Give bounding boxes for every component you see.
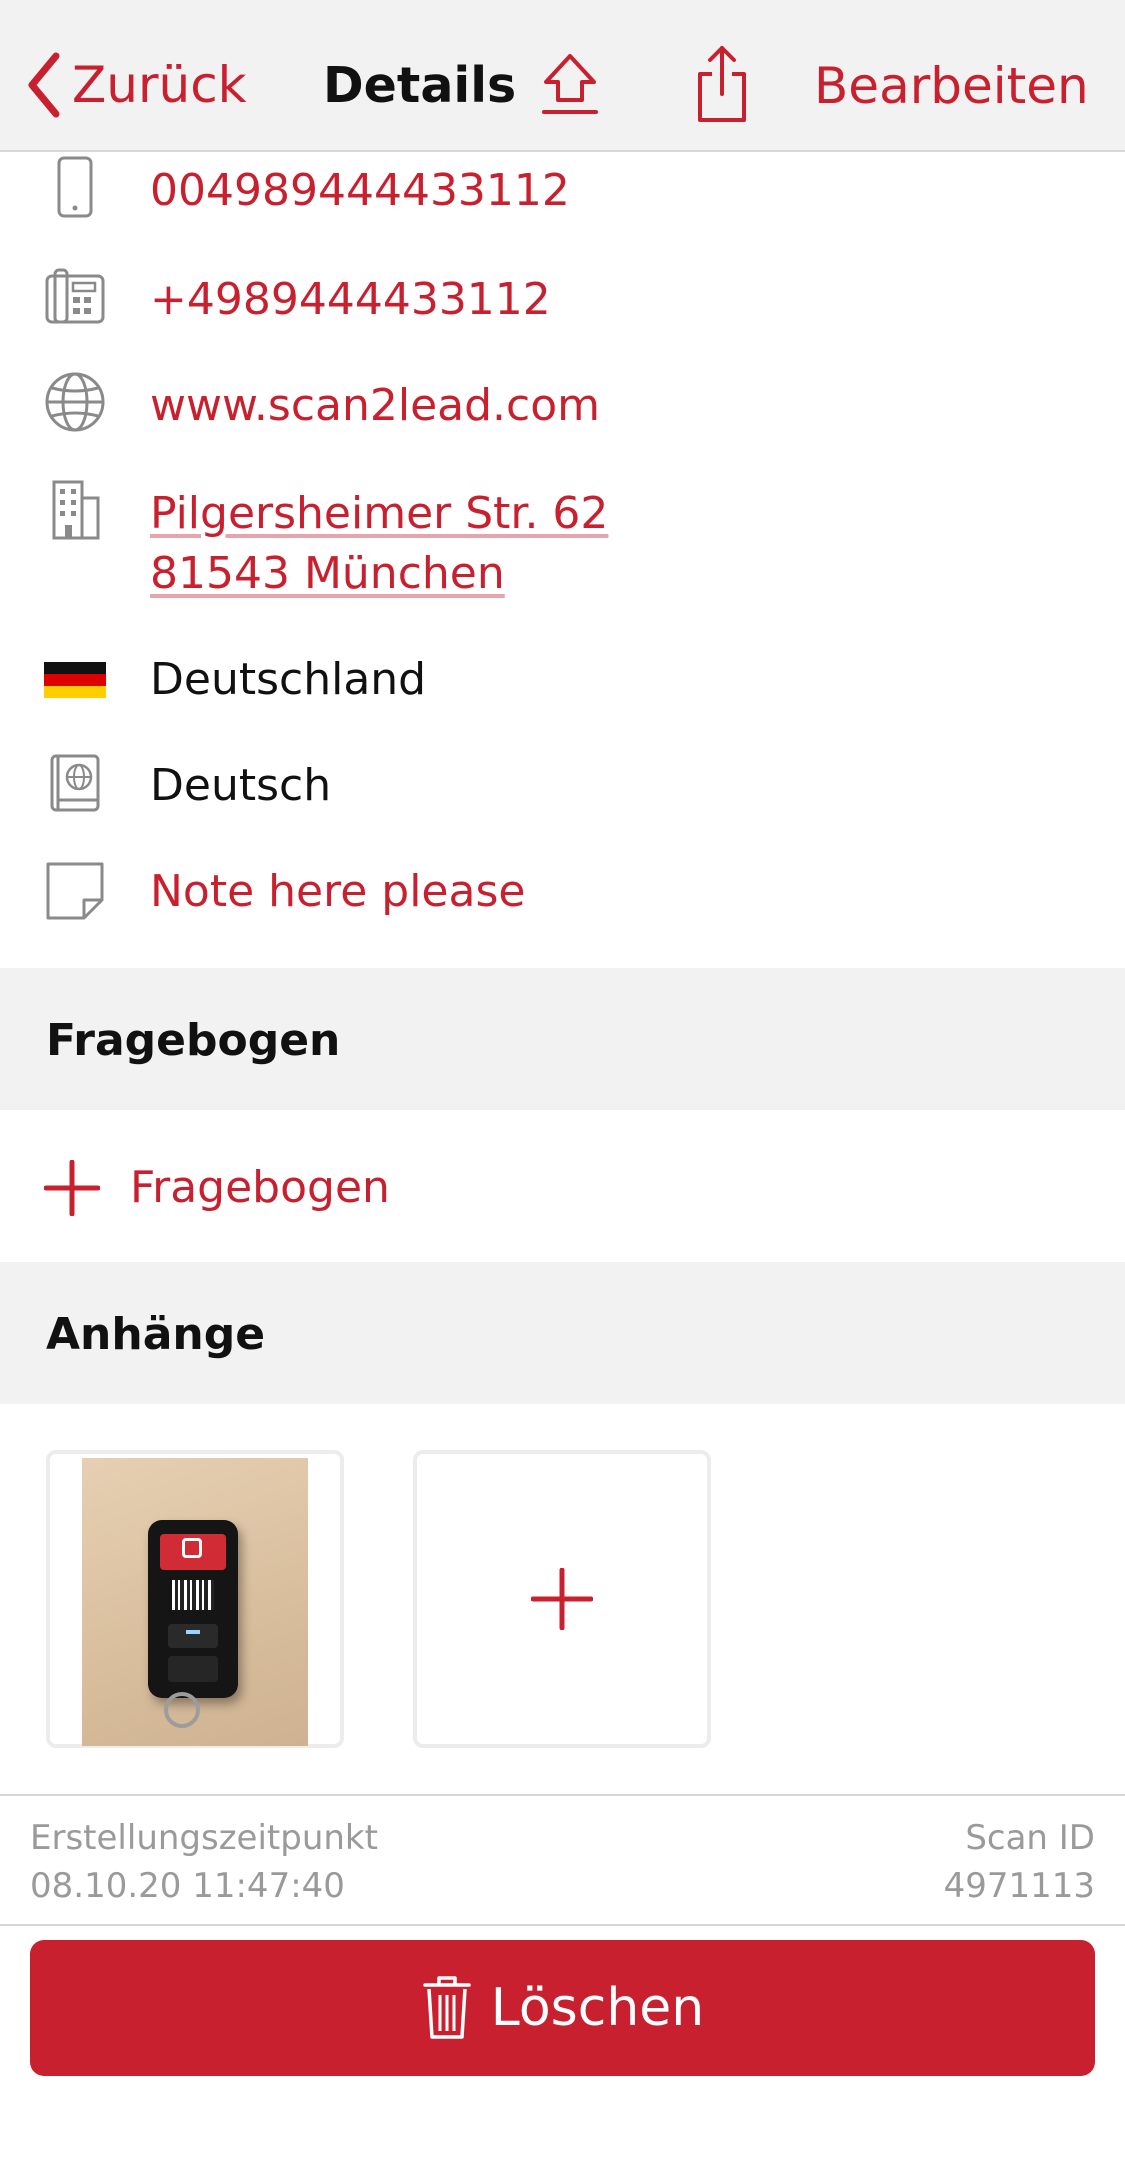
phone-number[interactable]: +4989444433112 (150, 270, 551, 330)
share-icon[interactable] (690, 44, 754, 124)
questionnaire-header: Fragebogen (46, 1015, 341, 1066)
scan-metadata: Erstellungszeitpunkt 08.10.20 11:47:40 S… (0, 1794, 1125, 1926)
address-line-1[interactable]: Pilgersheimer Str. 62 (150, 484, 608, 544)
trash-icon (423, 1976, 471, 2039)
created-value: 08.10.20 11:47:40 (30, 1866, 345, 1906)
website-row[interactable]: www.scan2lead.com (0, 370, 1125, 454)
address-row[interactable]: Pilgersheimer Str. 62 81543 München (0, 478, 1125, 608)
questionnaire-section-header: Fragebogen (0, 968, 1125, 1110)
germany-flag-icon (44, 662, 106, 698)
created-label: Erstellungszeitpunkt (30, 1818, 378, 1858)
delete-button[interactable]: Löschen (30, 1940, 1095, 2076)
delete-button-label: Löschen (490, 1978, 705, 2038)
plus-icon (44, 1160, 100, 1216)
back-button-label: Zurück (72, 56, 247, 114)
mobile-row[interactable]: 004989444433112 (0, 155, 1125, 239)
attachment-thumbnail[interactable] (46, 1450, 344, 1748)
attachments-section-header: Anhänge (0, 1262, 1125, 1404)
add-questionnaire-label: Fragebogen (130, 1162, 390, 1213)
chevron-left-icon (28, 52, 60, 118)
mobile-number[interactable]: 004989444433112 (150, 161, 570, 221)
scan-id-label: Scan ID (965, 1818, 1095, 1858)
country-row: Deutschland (0, 648, 1125, 732)
add-questionnaire-button[interactable]: Fragebogen (0, 1110, 1125, 1262)
plus-icon (531, 1568, 593, 1630)
building-icon (52, 480, 100, 540)
mobile-phone-icon (57, 156, 93, 218)
desk-phone-icon (45, 268, 105, 324)
language-book-icon (50, 754, 100, 812)
language-row: Deutsch (0, 752, 1125, 836)
attachments-header: Anhänge (46, 1309, 266, 1360)
add-attachment-button[interactable] (413, 1450, 711, 1748)
edit-button[interactable]: Bearbeiten (814, 56, 1089, 116)
attachment-photo (82, 1458, 308, 1746)
phone-row[interactable]: +4989444433112 (0, 262, 1125, 346)
globe-icon (45, 372, 105, 432)
scanner-device-image (148, 1520, 238, 1698)
address-line-2[interactable]: 81543 München (150, 544, 505, 604)
language-value: Deutsch (150, 760, 332, 811)
page-title: Details (323, 57, 517, 114)
back-button[interactable]: Zurück (24, 50, 247, 120)
website-link[interactable]: www.scan2lead.com (150, 376, 600, 436)
scan-id-value: 4971113 (943, 1866, 1095, 1906)
note-text[interactable]: Note here please (150, 862, 525, 922)
navigation-bar: Zurück Details Bearbeiten (0, 0, 1125, 152)
note-icon (46, 862, 104, 920)
upload-icon[interactable] (540, 50, 600, 120)
note-row[interactable]: Note here please (0, 858, 1125, 942)
country-value: Deutschland (150, 654, 427, 705)
